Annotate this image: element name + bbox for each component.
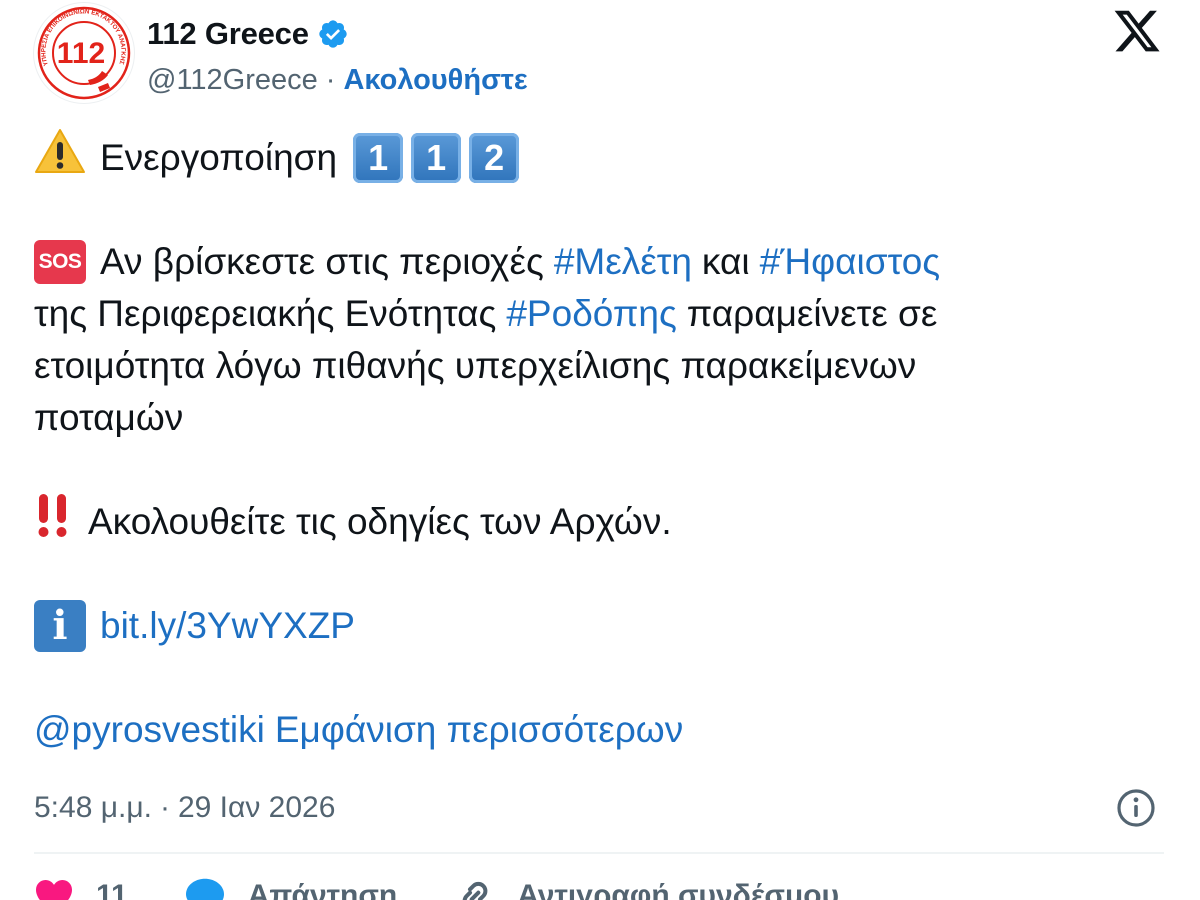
reply-label: Απάντηση <box>247 879 398 900</box>
tweet-text-segment: της Περιφερειακής Ενότητας <box>34 293 497 334</box>
keycap-3: 2 <box>469 133 520 183</box>
mention-pyrosvestiki[interactable]: @pyrosvestiki <box>34 704 265 756</box>
tweet-line-activation: Ενεργοποίηση 1 1 2 <box>34 129 1144 184</box>
reply-bubble-icon <box>185 878 224 900</box>
double-exclamation-icon <box>34 490 74 554</box>
handle-separator: · <box>325 63 336 96</box>
warning-icon <box>34 127 86 189</box>
tweet-link[interactable]: bit.ly/3YwYXZP <box>100 600 355 652</box>
avatar-text: 112 <box>57 37 105 70</box>
tweet-timestamp[interactable]: 5:48 μ.μ. · 29 Ιαν 2026 <box>34 783 335 833</box>
action-bar: 11 Απάντηση Αντιγραφή συνδέσμου <box>34 876 839 900</box>
x-logo-icon[interactable] <box>1112 6 1162 56</box>
tweet-line-readiness: ετοιμότητα λόγω πιθανής υπερχείλισης παρ… <box>34 340 1144 392</box>
tweet-line-rivers: ποταμών <box>34 392 1144 444</box>
tweet-text-segment: Αν βρίσκεστε στις περιοχές <box>100 241 544 282</box>
information-icon: i <box>34 600 86 652</box>
divider <box>34 852 1164 854</box>
display-name[interactable]: 112 Greece <box>147 16 309 52</box>
author-handle[interactable]: @112Greece <box>147 64 318 97</box>
tweet-date[interactable]: 29 Ιαν 2026 <box>178 791 335 825</box>
tweet-embed: ΥΠΗΡΕΣΙΑ ΕΠΙΚΟΙΝΩΝΙΩΝ ΕΚΤΑΚΤΟΥ ΑΝΑΓΚΗΣ 1… <box>0 0 1200 900</box>
hashtag-ifaistos[interactable]: #Ήφαιστος <box>760 236 941 288</box>
tweet-text: Ενεργοποίηση 1 1 2 SOS Αν βρίσκεστε στις… <box>34 129 1144 756</box>
reply-button[interactable]: Απάντηση <box>184 877 398 900</box>
hashtag-rodopis[interactable]: #Ροδόπης <box>506 288 676 340</box>
sos-icon: SOS <box>34 240 86 284</box>
copy-link-label: Αντιγραφή συνδέσμου <box>517 879 840 900</box>
handle-row: @112Greece · Ακολουθήστε <box>147 58 528 102</box>
tweet-text-segment: Ακολουθείτε τις οδηγίες των Αρχών. <box>88 501 672 542</box>
like-count: 11 <box>96 879 128 900</box>
timestamp-separator: · <box>159 791 170 824</box>
keycap-2: 1 <box>411 133 462 183</box>
tweet-time[interactable]: 5:48 μ.μ. <box>34 791 152 825</box>
tweet-text-segment: ποταμών <box>34 397 184 438</box>
keycap-1: 1 <box>353 133 404 183</box>
like-button[interactable]: 11 <box>34 878 128 900</box>
tweet-line-link: i bit.ly/3YwYXZP <box>34 600 1144 652</box>
tweet-line-instructions: Ακολουθείτε τις οδηγίες των Αρχών. <box>34 494 1144 548</box>
follow-button[interactable]: Ακολουθήστε <box>343 64 527 97</box>
avatar[interactable]: ΥΠΗΡΕΣΙΑ ΕΠΙΚΟΙΝΩΝΙΩΝ ΕΚΤΑΚΤΟΥ ΑΝΑΓΚΗΣ 1… <box>34 3 134 103</box>
tweet-line-region: της Περιφερειακής Ενότητας #Ροδόπης παρα… <box>34 288 1144 340</box>
tweet-line-mention: @pyrosvestiki Εμφάνιση περισσότερων <box>34 704 1144 756</box>
tweet-text-segment: και <box>701 241 750 282</box>
author-name-row[interactable]: 112 Greece <box>147 12 349 56</box>
tweet-line-sos: SOS Αν βρίσκεστε στις περιοχές #Μελέτη κ… <box>34 236 1144 288</box>
keycap-group: 1 1 2 <box>345 133 520 183</box>
activation-text: Ενεργοποίηση <box>100 137 338 178</box>
copy-link-button[interactable]: Αντιγραφή συνδέσμου <box>455 876 839 900</box>
tweet-text-segment: ετοιμότητα λόγω πιθανής υπερχείλισης παρ… <box>34 345 917 386</box>
show-more-link[interactable]: Εμφάνιση περισσότερων <box>275 704 683 756</box>
hashtag-meleti[interactable]: #Μελέτη <box>554 236 692 288</box>
avatar-logo-icon: ΥΠΗΡΕΣΙΑ ΕΠΙΚΟΙΝΩΝΙΩΝ ΕΚΤΑΚΤΟΥ ΑΝΑΓΚΗΣ 1… <box>36 5 132 101</box>
tweet-text-segment: παραμείνετε σε <box>686 293 938 334</box>
heart-icon <box>35 879 72 900</box>
verified-badge-icon <box>317 18 349 50</box>
link-icon <box>462 881 488 900</box>
info-circle-icon[interactable] <box>1115 787 1157 829</box>
